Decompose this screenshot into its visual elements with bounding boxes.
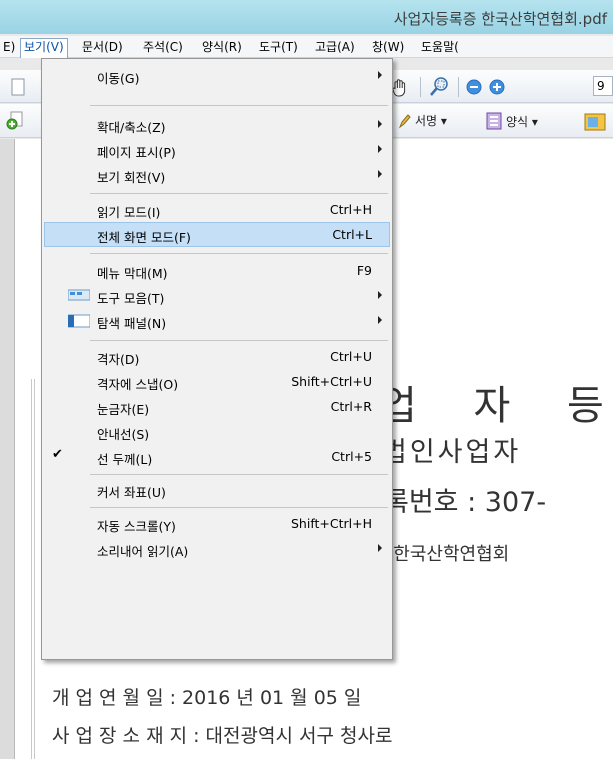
menu-separator (90, 507, 388, 508)
submenu-arrow-icon (378, 544, 382, 552)
navigation-panel-icon (67, 314, 91, 331)
menu-item-rotate-view[interactable]: 보기 회전(V) (44, 162, 390, 187)
menu-item-read-out-loud[interactable]: 소리내어 읽기(A) (44, 536, 390, 561)
menu-item-shortcut: Shift+Ctrl+H (291, 516, 372, 531)
menu-item-grid[interactable]: 격자(D) Ctrl+U (44, 344, 390, 369)
menu-edit[interactable]: E) (0, 39, 18, 56)
zoom-value-input[interactable]: 9 (593, 76, 613, 96)
doc-open-date: 개 업 연 월 일 : 2016 년 01 월 05 일 (52, 687, 362, 709)
sign-button-label: 서명 ▾ (415, 114, 447, 128)
toolbars-icon (67, 289, 91, 304)
toolbar-separator (458, 77, 459, 97)
menu-item-navigation-panels[interactable]: 탐색 패널(N) (44, 308, 390, 333)
menu-item-rulers[interactable]: 눈금자(E) Ctrl+R (44, 394, 390, 419)
toolbar-separator (420, 77, 421, 97)
submenu-arrow-icon (378, 291, 382, 299)
menu-item-shortcut: Ctrl+U (330, 349, 372, 364)
menu-view[interactable]: 보기(V) (20, 38, 68, 58)
menu-item-read-mode[interactable]: 읽기 모드(I) Ctrl+H (44, 197, 390, 222)
menu-item-zoom[interactable]: 확대/축소(Z) (44, 112, 390, 137)
menu-item-toolbars[interactable]: 도구 모음(T) (44, 283, 390, 308)
menu-item-label: 페이지 표시(P) (97, 145, 176, 160)
menu-item-label: 격자(D) (97, 352, 140, 367)
pen-icon (398, 113, 411, 128)
forms-button-label: 양식 ▾ (506, 114, 538, 129)
menu-item-label: 읽기 모드(I) (97, 205, 161, 220)
zoom-in-icon[interactable] (488, 78, 506, 96)
submenu-arrow-icon (378, 145, 382, 153)
submenu-arrow-icon (378, 120, 382, 128)
zoom-out-icon[interactable] (465, 78, 483, 96)
sign-button[interactable]: 서명 ▾ (397, 112, 447, 129)
menu-tools[interactable]: 도구(T) (256, 39, 301, 56)
menu-window[interactable]: 창(W) (369, 39, 407, 56)
menu-item-label: 자동 스크롤(Y) (97, 519, 176, 534)
forms-button[interactable]: 양식 ▾ (486, 112, 538, 130)
doc-registration-number: 록번호 : 307- (384, 487, 547, 518)
menu-item-label: 눈금자(E) (97, 402, 150, 417)
menu-separator (90, 474, 388, 475)
menu-help[interactable]: 도움말( (418, 39, 462, 56)
window-title: 사업자등록증 한국산학연협회.pdf (393, 10, 607, 28)
menu-item-menu-bar[interactable]: 메뉴 막대(M) F9 (44, 258, 390, 283)
form-icon (486, 112, 502, 130)
menu-item-page-display[interactable]: 페이지 표시(P) (44, 137, 390, 162)
menu-item-shortcut: F9 (356, 263, 372, 278)
page-icon[interactable] (8, 77, 28, 97)
menu-item-full-screen-mode[interactable]: 전체 화면 모드(F) Ctrl+L (44, 222, 390, 247)
doc-subtitle: 법인사업자 (382, 437, 522, 468)
menu-item-label: 탐색 패널(N) (97, 316, 167, 331)
menu-item-label: 전체 화면 모드(F) (97, 230, 191, 245)
menu-advanced[interactable]: 고급(A) (312, 39, 358, 56)
doc-title: 업 자 등 (380, 383, 613, 429)
menu-item-shortcut: Ctrl+L (332, 227, 372, 242)
menu-separator (90, 105, 388, 106)
menu-item-snap-to-grid[interactable]: 격자에 스냅(O) Shift+Ctrl+U (44, 369, 390, 394)
menu-bar: E) 보기(V) 문서(D) 주석(C) 양식(R) 도구(T) 고급(A) 창… (0, 36, 613, 58)
menu-item-shortcut: Ctrl+5 (331, 449, 372, 464)
marquee-zoom-icon[interactable] (428, 76, 450, 98)
menu-item-label: 선 두께(L) (97, 452, 153, 467)
checkmark-icon: ✔ (52, 447, 63, 462)
doc-location: 사 업 장 소 재 지 : 대전광역시 서구 청사로 (52, 725, 393, 747)
menu-forms[interactable]: 양식(R) (199, 39, 245, 56)
menu-item-label: 보기 회전(V) (97, 170, 166, 185)
menu-item-shortcut: Ctrl+H (329, 202, 372, 217)
menu-document[interactable]: 문서(D) (79, 39, 126, 56)
menu-item-label: 격자에 스냅(O) (97, 377, 179, 392)
create-pdf-icon[interactable] (4, 110, 26, 132)
menu-separator (90, 193, 388, 194)
menu-item-go-to[interactable]: 이동(G) (44, 63, 390, 88)
menu-item-label: 커서 좌표(U) (97, 485, 166, 500)
submenu-arrow-icon (378, 316, 382, 324)
view-menu-dropdown: 이동(G) 확대/축소(Z) 페이지 표시(P) 보기 회전(V) 읽기 모드(… (41, 58, 393, 660)
title-bar: 사업자등록증 한국산학연협회.pdf (0, 0, 613, 34)
menu-item-auto-scroll[interactable]: 자동 스크롤(Y) Shift+Ctrl+H (44, 511, 390, 536)
menu-item-line-weights[interactable]: ✔ 선 두께(L) Ctrl+5 (44, 444, 390, 469)
menu-item-shortcut: Ctrl+R (330, 399, 372, 414)
submenu-arrow-icon (378, 170, 382, 178)
submenu-arrow-icon (378, 71, 382, 79)
menu-item-shortcut: Shift+Ctrl+U (291, 374, 372, 389)
page-border-decoration (31, 379, 35, 759)
menu-item-label: 이동(G) (97, 71, 140, 86)
menu-item-guides[interactable]: 안내선(S) (44, 419, 390, 444)
menu-item-cursor-coordinates[interactable]: 커서 좌표(U) (44, 477, 390, 502)
menu-item-label: 소리내어 읽기(A) (97, 544, 189, 559)
multimedia-icon[interactable] (583, 110, 607, 134)
menu-item-label: 도구 모음(T) (97, 291, 165, 306)
menu-item-label: 안내선(S) (97, 427, 150, 442)
menu-item-label: 메뉴 막대(M) (97, 266, 168, 281)
menu-separator (90, 253, 388, 254)
menu-item-label: 확대/축소(Z) (97, 120, 166, 135)
menu-comment[interactable]: 주석(C) (140, 39, 186, 56)
menu-separator (90, 340, 388, 341)
